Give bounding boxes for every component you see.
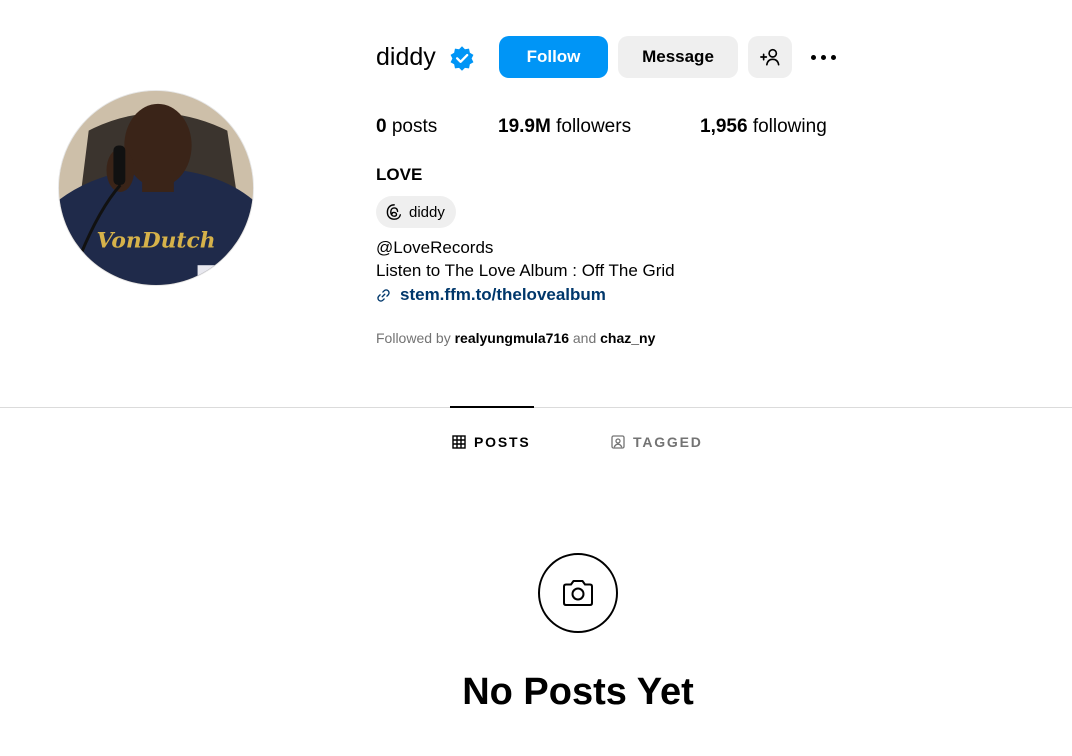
followed-by-joiner: and [572,330,597,346]
followed-by-prefix: Followed by [376,330,451,346]
followed-by-user[interactable]: chaz_ny [600,330,655,346]
message-button[interactable]: Message [618,36,738,78]
avatar-photo: VonDutch [59,91,253,285]
grid-icon [452,435,466,449]
tagged-icon [611,435,625,449]
tab-tagged[interactable]: TAGGED [611,432,703,452]
following-stat[interactable]: 1,956 following [700,115,827,139]
verified-badge-icon [450,46,474,71]
following-label: following [752,116,827,137]
followed-by-user[interactable]: realyungmula716 [455,330,569,346]
link-icon [377,288,390,302]
following-count: 1,956 [700,116,748,137]
profile-page: VonDutch diddy Follow Message 0 posts 19… [0,0,1072,756]
followed-by: Followed by realyungmula716 and chaz_ny [376,329,655,347]
threads-badge[interactable]: diddy [376,196,456,228]
svg-text:VonDutch: VonDutch [96,228,215,253]
suggested-users-button[interactable] [748,36,792,78]
posts-count: 0 [376,116,387,137]
profile-avatar[interactable]: VonDutch [58,90,254,286]
posts-label: posts [391,116,438,137]
active-tab-indicator [450,406,534,408]
followers-label: followers [556,116,632,137]
tab-posts[interactable]: POSTS [452,432,530,452]
bio-link-text[interactable]: stem.ffm.to/thelovealbum [400,284,606,306]
threads-handle: diddy [409,203,445,221]
tab-posts-label: POSTS [474,434,531,450]
bio-text: Listen to The Love Album : Off The Grid [376,261,675,280]
more-options-icon[interactable] [806,46,840,68]
camera-icon [563,580,593,606]
threads-icon [386,204,402,220]
add-user-icon [760,48,780,66]
followers-stat[interactable]: 19.9M followers [498,115,631,139]
bio-handle: @LoveRecords [376,238,494,257]
bio-link[interactable]: stem.ffm.to/thelovealbum [376,284,606,306]
empty-state-camera [538,553,618,633]
follow-button[interactable]: Follow [499,36,608,78]
profile-username: diddy [376,43,436,71]
posts-stat: 0 posts [376,115,437,139]
tab-tagged-label: TAGGED [633,434,703,450]
tabs-divider [0,407,1072,408]
empty-state-title: No Posts Yet [462,671,694,713]
profile-full-name: LOVE [376,165,423,184]
followers-count: 19.9M [498,116,551,137]
